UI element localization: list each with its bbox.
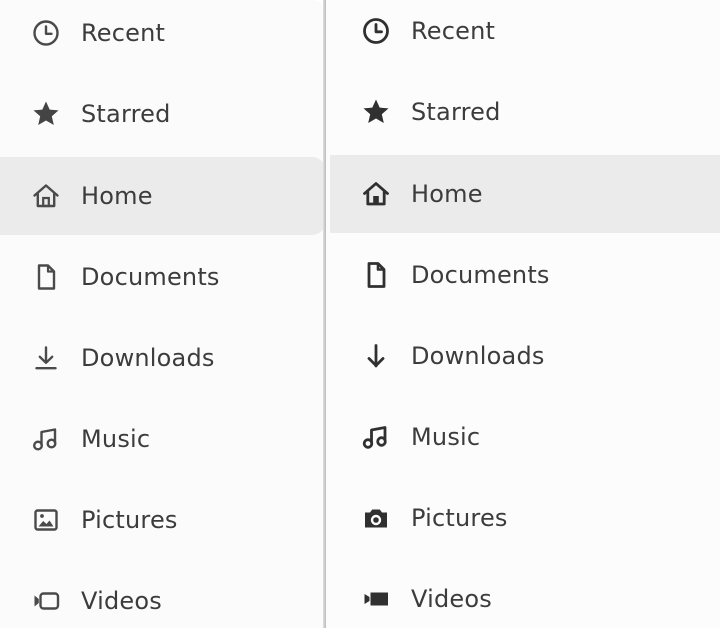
sidebar-item-label: Starred xyxy=(411,98,501,126)
sidebar-item-home[interactable]: Home xyxy=(0,157,326,235)
sidebar-item-label: Videos xyxy=(81,587,162,615)
star-icon xyxy=(358,94,394,130)
sidebar-item-label: Pictures xyxy=(411,504,508,532)
sidebar-item-home[interactable]: Home xyxy=(330,155,720,233)
sidebar-item-videos[interactable]: Videos xyxy=(330,560,720,628)
picture-icon xyxy=(28,502,64,538)
sidebar-item-label: Downloads xyxy=(411,342,545,370)
sidebar-item-documents[interactable]: Documents xyxy=(330,236,720,314)
sidebar-item-videos[interactable]: Videos xyxy=(0,562,326,628)
video-icon xyxy=(28,583,64,619)
sidebar-item-pictures[interactable]: Pictures xyxy=(330,479,720,557)
music-icon xyxy=(358,419,394,455)
sidebar-item-music[interactable]: Music xyxy=(0,400,326,478)
sidebar-item-recent[interactable]: Recent xyxy=(330,0,720,70)
sidebar-item-starred[interactable]: Starred xyxy=(0,75,326,153)
music-icon xyxy=(28,421,64,457)
sidebar-comparison: Recent Starred Home Documents Downloads … xyxy=(0,0,720,628)
home-icon xyxy=(28,178,64,214)
sidebar-item-label: Pictures xyxy=(81,506,178,534)
sidebar-item-music[interactable]: Music xyxy=(330,398,720,476)
camera-icon xyxy=(358,500,394,536)
sidebar-item-starred[interactable]: Starred xyxy=(330,73,720,151)
document-icon xyxy=(358,257,394,293)
document-icon xyxy=(28,259,64,295)
sidebar-item-label: Documents xyxy=(81,263,220,291)
download-icon xyxy=(28,340,64,376)
sidebar-item-label: Recent xyxy=(81,19,166,47)
sidebar-item-downloads[interactable]: Downloads xyxy=(0,319,326,397)
sidebar-item-label: Downloads xyxy=(81,344,215,372)
sidebar-item-documents[interactable]: Documents xyxy=(0,238,326,316)
right-sidebar: Recent Starred Home Documents Downloads … xyxy=(326,0,720,628)
sidebar-item-label: Videos xyxy=(411,585,492,613)
star-icon xyxy=(28,96,64,132)
clock-icon xyxy=(358,13,394,49)
sidebar-item-label: Home xyxy=(411,180,483,208)
home-icon xyxy=(358,176,394,212)
clock-icon xyxy=(28,15,64,51)
sidebar-item-label: Recent xyxy=(411,17,496,45)
sidebar-item-label: Music xyxy=(81,425,151,453)
download-icon xyxy=(358,338,394,374)
sidebar-item-label: Starred xyxy=(81,100,171,128)
left-sidebar: Recent Starred Home Documents Downloads … xyxy=(0,0,326,628)
sidebar-item-label: Music xyxy=(411,423,481,451)
sidebar-item-label: Home xyxy=(81,182,153,210)
sidebar-item-pictures[interactable]: Pictures xyxy=(0,481,326,559)
sidebar-item-recent[interactable]: Recent xyxy=(0,0,326,72)
video-camera-icon xyxy=(358,581,394,617)
sidebar-item-label: Documents xyxy=(411,261,550,289)
sidebar-item-downloads[interactable]: Downloads xyxy=(330,317,720,395)
